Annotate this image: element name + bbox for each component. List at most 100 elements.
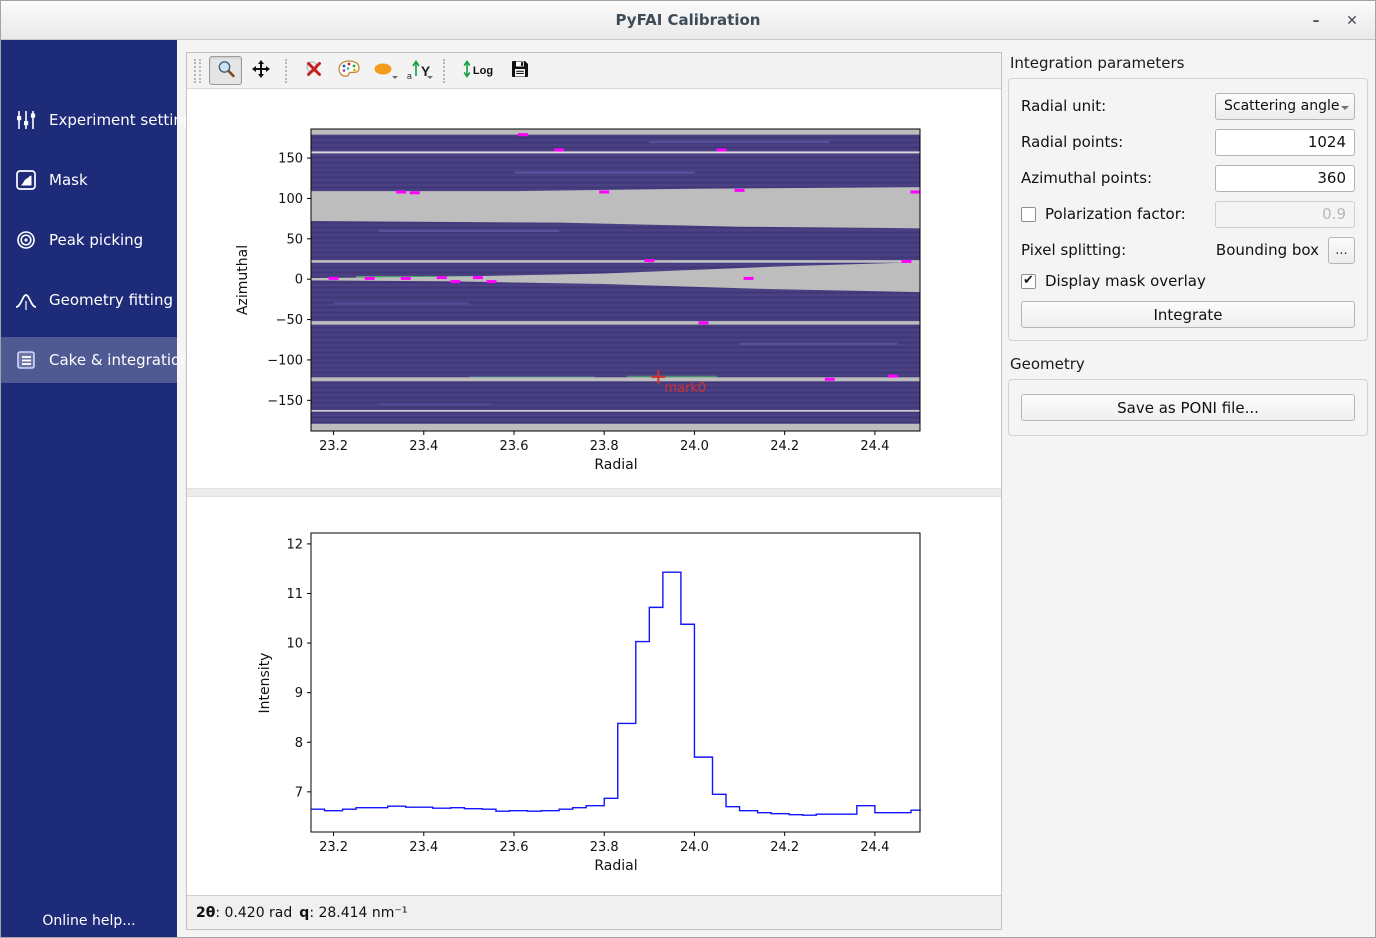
title-bar: PyFAI Calibration – ✕	[1, 1, 1375, 40]
svg-text:−100: −100	[267, 353, 303, 368]
svg-text:10: 10	[286, 637, 303, 652]
app-window: PyFAI Calibration – ✕ Experiment setting…	[0, 0, 1376, 938]
sidebar-item-label: Cake & integration	[49, 351, 190, 369]
azimuthal-heatmap-plot[interactable]: mark023.223.423.623.824.024.224.41501005…	[187, 89, 1001, 488]
sidebar-item-peak-picking[interactable]: Peak picking	[1, 217, 177, 263]
sidebar: Experiment settings Mask Peak picking Ge…	[1, 40, 177, 937]
save-poni-button[interactable]: Save as PONI file...	[1021, 394, 1355, 421]
svg-text:24.0: 24.0	[680, 840, 709, 855]
svg-text:Radial: Radial	[594, 457, 637, 473]
svg-text:8: 8	[295, 736, 303, 751]
zoom-mode-button[interactable]	[209, 56, 242, 85]
minimize-button[interactable]: –	[1305, 10, 1327, 32]
radial-points-input[interactable]	[1215, 129, 1355, 156]
sidebar-item-cake-integration[interactable]: Cake & integration	[1, 337, 177, 383]
svg-text:24.4: 24.4	[860, 439, 889, 454]
radial-points-label: Radial points:	[1021, 133, 1215, 151]
display-mask-label: Display mask overlay	[1045, 272, 1355, 290]
svg-text:23.8: 23.8	[590, 840, 619, 855]
svg-text:23.8: 23.8	[590, 439, 619, 454]
q-value: : 28.414 nm⁻¹	[309, 905, 407, 921]
zoom-reset-button[interactable]	[297, 56, 330, 85]
log-scale-button[interactable]: Log	[455, 56, 501, 85]
two-theta-label: 2θ	[196, 905, 215, 921]
toolbar-drag-handle[interactable]	[194, 59, 201, 83]
svg-text:24.2: 24.2	[770, 840, 799, 855]
log-label: Log	[473, 65, 493, 77]
svg-text:12: 12	[286, 537, 303, 552]
pixel-splitting-options-button[interactable]: ...	[1328, 237, 1355, 264]
two-theta-value: : 0.420 rad	[215, 905, 292, 921]
sidebar-item-geometry-fitting[interactable]: Geometry fitting	[1, 277, 177, 323]
svg-text:Azimuthal: Azimuthal	[235, 245, 251, 315]
radial-unit-label: Radial unit:	[1021, 97, 1215, 115]
save-figure-button[interactable]	[503, 56, 536, 85]
chevron-down-icon	[1341, 106, 1349, 114]
magnifier-icon	[216, 59, 236, 82]
log-arrow-icon	[463, 60, 471, 81]
mask-shape-button[interactable]	[367, 56, 400, 85]
svg-text:23.6: 23.6	[500, 439, 529, 454]
move-icon	[251, 59, 271, 82]
azimuthal-points-label: Azimuthal points:	[1021, 169, 1215, 187]
plot-toolbar: a Y Log	[187, 53, 1001, 89]
window-title: PyFAI Calibration	[616, 11, 761, 29]
colormap-button[interactable]	[332, 56, 365, 85]
sidebar-item-label: Mask	[49, 171, 88, 189]
integration-parameters-group: Radial unit: Scattering angle : Radial p…	[1008, 78, 1368, 341]
polarization-input	[1215, 201, 1355, 228]
polarization-checkbox[interactable]	[1021, 207, 1036, 222]
svg-text:24.0: 24.0	[680, 439, 709, 454]
chevron-down-icon	[392, 76, 398, 82]
svg-text:−50: −50	[276, 313, 303, 328]
sidebar-item-experiment-settings[interactable]: Experiment settings	[1, 97, 177, 143]
integrate-button[interactable]: Integrate	[1021, 301, 1355, 328]
target-icon	[14, 228, 38, 252]
palette-icon	[337, 59, 361, 82]
svg-text:mark0: mark0	[664, 381, 706, 396]
svg-text:−150: −150	[267, 394, 303, 409]
radial-unit-select[interactable]: Scattering angle :	[1215, 93, 1355, 120]
radial-unit-value: Scattering angle :	[1224, 98, 1341, 114]
green-up-arrow-icon	[412, 60, 420, 81]
integration-side-panel: Integration parameters Radial unit: Scat…	[1008, 46, 1368, 436]
sidebar-item-label: Geometry fitting	[49, 291, 173, 309]
status-bar: 2θ: 0.420 radq: 28.414 nm⁻¹	[187, 895, 1001, 929]
sidebar-item-mask[interactable]: Mask	[1, 157, 177, 203]
plot-splitter[interactable]	[187, 488, 1001, 497]
geometry-title: Geometry	[1010, 355, 1368, 373]
svg-text:0: 0	[295, 273, 303, 288]
svg-text:9: 9	[295, 686, 303, 701]
red-cross-magnifier-icon	[304, 59, 324, 82]
integration-parameters-title: Integration parameters	[1010, 54, 1368, 72]
svg-text:24.2: 24.2	[770, 439, 799, 454]
sidebar-item-label: Peak picking	[49, 231, 143, 249]
svg-text:23.4: 23.4	[409, 439, 438, 454]
plot-panel: a Y Log mark0 23.2 23.4 23.6 23.8 24.0 24.2 24.…	[186, 52, 1002, 930]
display-mask-checkbox[interactable]	[1021, 274, 1036, 289]
svg-text:50: 50	[286, 232, 303, 247]
svg-text:100: 100	[278, 192, 303, 207]
polarization-label: Polarization factor:	[1045, 205, 1215, 223]
mask-icon	[14, 168, 38, 192]
svg-text:24.4: 24.4	[860, 840, 889, 855]
pan-mode-button[interactable]	[244, 56, 277, 85]
intensity-line-plot[interactable]: 23.223.423.623.824.024.224.4789101112Rad…	[187, 497, 1001, 895]
toolbar-separator	[443, 59, 445, 83]
pixel-splitting-value: Bounding box	[1126, 241, 1319, 259]
layers-icon	[14, 348, 38, 372]
close-button[interactable]: ✕	[1341, 10, 1363, 32]
y-axis-orientation-button[interactable]: a Y	[402, 56, 435, 85]
svg-text:23.4: 23.4	[409, 840, 438, 855]
azimuthal-points-input[interactable]	[1215, 165, 1355, 192]
toolbar-separator	[285, 59, 287, 83]
svg-text:Radial: Radial	[594, 858, 637, 874]
sidebar-item-label: Experiment settings	[49, 111, 200, 129]
svg-text:Intensity: Intensity	[257, 653, 273, 714]
sliders-icon	[14, 108, 38, 132]
svg-text:23.2: 23.2	[319, 439, 348, 454]
floppy-icon	[510, 59, 530, 82]
online-help-link[interactable]: Online help...	[1, 913, 177, 929]
chevron-down-icon	[427, 76, 433, 82]
geometry-group: Save as PONI file...	[1008, 379, 1368, 436]
